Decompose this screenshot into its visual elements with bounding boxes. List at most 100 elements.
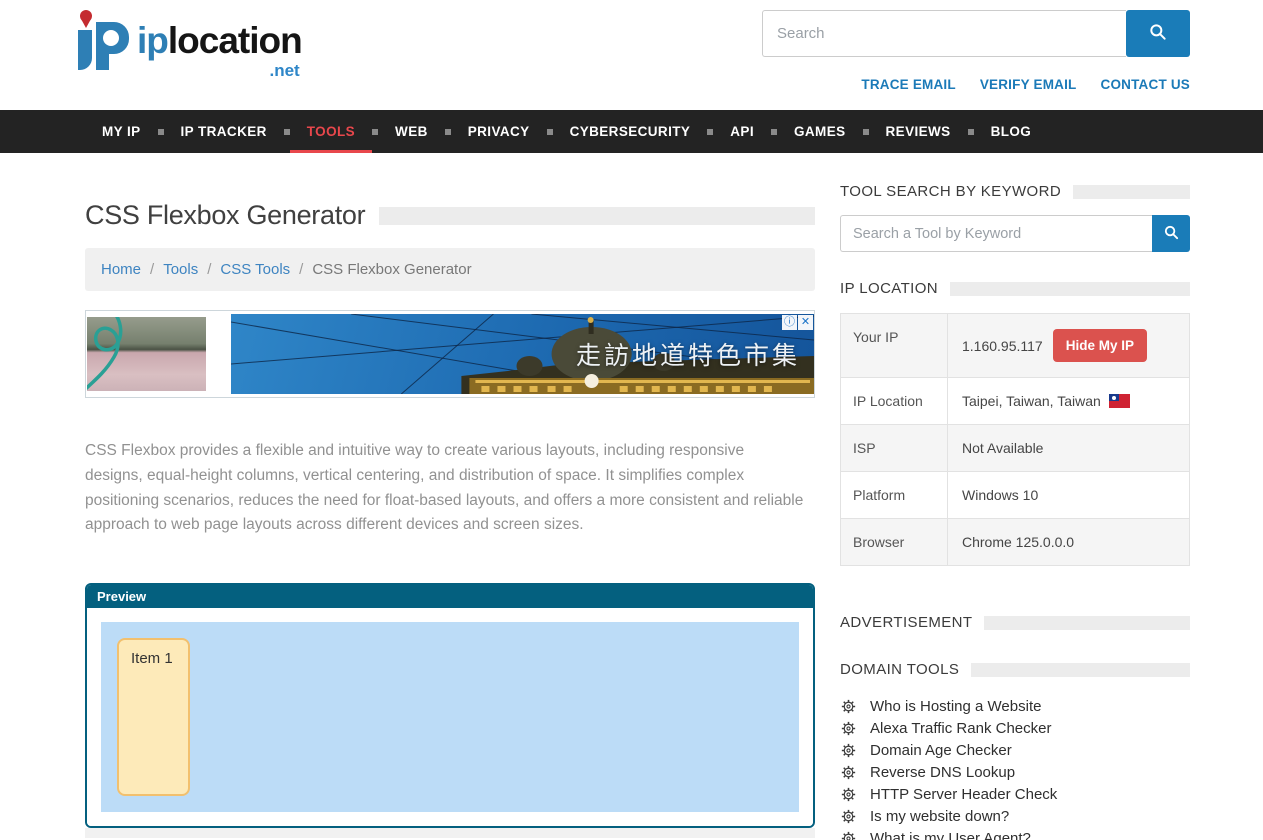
domain-tool-link[interactable]: Reverse DNS Lookup xyxy=(870,764,1015,781)
ip-row-label: Browser xyxy=(841,519,948,565)
nav-item-ip-tracker[interactable]: IP TRACKER xyxy=(164,110,284,153)
logo-text-ip: ip xyxy=(137,20,168,61)
ip-row-value: Taipei, Taiwan, Taiwan xyxy=(948,378,1189,424)
list-item[interactable]: Reverse DNS Lookup xyxy=(840,761,1190,783)
table-row: Browser Chrome 125.0.0.0 xyxy=(841,519,1189,565)
ad-choices: ⓘ ✕ xyxy=(782,315,813,330)
tool-search-input[interactable] xyxy=(840,215,1152,252)
breadcrumb-separator: / xyxy=(207,261,211,278)
ad-info-icon[interactable]: ⓘ xyxy=(782,315,797,330)
site-search-button[interactable] xyxy=(1126,10,1190,57)
domain-tool-link[interactable]: Is my website down? xyxy=(870,808,1009,825)
list-item[interactable]: Alexa Traffic Rank Checker xyxy=(840,717,1190,739)
ad-overlay-text: 走訪地道特色市集 xyxy=(576,336,800,372)
contact-us-link[interactable]: CONTACT US xyxy=(1101,77,1191,92)
domain-tool-link[interactable]: Alexa Traffic Rank Checker xyxy=(870,720,1051,737)
taiwan-flag-icon xyxy=(1109,394,1130,408)
breadcrumb-home-link[interactable]: Home xyxy=(101,261,141,278)
domain-tool-link[interactable]: Who is Hosting a Website xyxy=(870,698,1041,715)
isp-value: Not Available xyxy=(948,425,1189,471)
tool-description: CSS Flexbox provides a flexible and intu… xyxy=(85,439,805,538)
platform-value: Windows 10 xyxy=(948,472,1189,518)
domain-tools-heading: DOMAIN TOOLS xyxy=(840,661,1190,678)
header-right: TRACE EMAIL VERIFY EMAIL CONTACT US xyxy=(762,10,1190,92)
ad-close-icon[interactable]: ✕ xyxy=(798,315,813,330)
header-links: TRACE EMAIL VERIFY EMAIL CONTACT US xyxy=(762,77,1190,92)
search-icon xyxy=(1163,224,1180,244)
ip-info-table: Your IP 1.160.95.117 Hide My IP IP Locat… xyxy=(840,313,1190,566)
logo-mark-icon xyxy=(75,8,133,77)
next-section-strip xyxy=(85,828,815,838)
preview-panel: Preview Item 1 xyxy=(85,583,815,828)
list-item[interactable]: What is my User Agent? xyxy=(840,827,1190,840)
sidebar: TOOL SEARCH BY KEYWORD IP LOCATION xyxy=(840,153,1190,840)
ip-location-heading-text: IP LOCATION xyxy=(840,280,938,297)
ip-location-value: Taipei, Taiwan, Taiwan xyxy=(962,393,1101,409)
ip-row-label: IP Location xyxy=(841,378,948,424)
search-icon xyxy=(1148,22,1168,45)
list-item[interactable]: Who is Hosting a Website xyxy=(840,695,1190,717)
browser-value: Chrome 125.0.0.0 xyxy=(948,519,1189,565)
flexbox-preview-item: Item 1 xyxy=(117,638,190,796)
site-header: iplocation .net TRACE EMAIL xyxy=(0,0,1263,110)
breadcrumb-css-tools-link[interactable]: CSS Tools xyxy=(220,261,290,278)
nav-item-cybersecurity[interactable]: CYBERSECURITY xyxy=(553,110,708,153)
logo-text-tld: .net xyxy=(137,61,302,81)
table-row: Your IP 1.160.95.117 Hide My IP xyxy=(841,314,1189,378)
breadcrumb-tools-link[interactable]: Tools xyxy=(163,261,198,278)
flexbox-preview-container: Item 1 xyxy=(101,622,799,812)
ip-row-label: Platform xyxy=(841,472,948,518)
heading-decor-bar xyxy=(971,663,1190,677)
breadcrumb-current: CSS Flexbox Generator xyxy=(312,261,471,278)
list-item[interactable]: Is my website down? xyxy=(840,805,1190,827)
site-search-input[interactable] xyxy=(762,10,1126,57)
tool-search-button[interactable] xyxy=(1152,215,1190,252)
gear-icon xyxy=(840,698,857,715)
table-row: IP Location Taipei, Taiwan, Taiwan xyxy=(841,378,1189,425)
gear-icon xyxy=(840,742,857,759)
table-row: ISP Not Available xyxy=(841,425,1189,472)
nav-item-blog[interactable]: BLOG xyxy=(974,110,1049,153)
hide-my-ip-button[interactable]: Hide My IP xyxy=(1053,329,1147,362)
nav-item-games[interactable]: GAMES xyxy=(777,110,863,153)
heading-decor-bar xyxy=(984,616,1190,630)
breadcrumb-separator: / xyxy=(299,261,303,278)
ip-row-value: 1.160.95.117 Hide My IP xyxy=(948,314,1189,377)
nav-item-api[interactable]: API xyxy=(713,110,771,153)
domain-tool-link[interactable]: HTTP Server Header Check xyxy=(870,786,1057,803)
heading-decor-bar xyxy=(1073,185,1190,199)
ad-banner[interactable]: 走訪地道特色市集 ⓘ ✕ xyxy=(85,310,815,398)
nav-item-reviews[interactable]: REVIEWS xyxy=(869,110,968,153)
logo-text-location: location xyxy=(168,20,302,61)
domain-tool-link[interactable]: Domain Age Checker xyxy=(870,742,1012,759)
nav-item-privacy[interactable]: PRIVACY xyxy=(451,110,547,153)
site-search-form xyxy=(762,10,1190,57)
nav-item-tools[interactable]: TOOLS xyxy=(290,110,372,153)
tool-search-heading: TOOL SEARCH BY KEYWORD xyxy=(840,183,1190,200)
ad-image-landscape xyxy=(87,317,206,391)
verify-email-link[interactable]: VERIFY EMAIL xyxy=(980,77,1077,92)
gear-icon xyxy=(840,720,857,737)
gear-icon xyxy=(840,830,857,840)
domain-tool-link[interactable]: What is my User Agent? xyxy=(870,830,1031,840)
gear-icon xyxy=(840,786,857,803)
nav-item-my-ip[interactable]: MY IP xyxy=(85,110,158,153)
page-title: CSS Flexbox Generator xyxy=(85,200,365,231)
nav-item-web[interactable]: WEB xyxy=(378,110,445,153)
gear-icon xyxy=(840,764,857,781)
tool-search-heading-text: TOOL SEARCH BY KEYWORD xyxy=(840,183,1061,200)
ip-location-heading: IP LOCATION xyxy=(840,280,1190,297)
list-item[interactable]: Domain Age Checker xyxy=(840,739,1190,761)
main-column: CSS Flexbox Generator Home / Tools / CSS… xyxy=(85,153,815,840)
heading-decor-bar xyxy=(950,282,1190,296)
trace-email-link[interactable]: TRACE EMAIL xyxy=(861,77,955,92)
your-ip-value: 1.160.95.117 xyxy=(962,338,1043,354)
breadcrumb: Home / Tools / CSS Tools / CSS Flexbox G… xyxy=(85,248,815,291)
domain-tools-list: Who is Hosting a Website Alexa Traffic R… xyxy=(840,695,1190,840)
ip-row-label: Your IP xyxy=(841,314,948,377)
ip-row-label: ISP xyxy=(841,425,948,471)
tool-search-form xyxy=(840,215,1190,252)
list-item[interactable]: HTTP Server Header Check xyxy=(840,783,1190,805)
site-logo[interactable]: iplocation .net xyxy=(75,8,302,81)
main-nav: MY IP IP TRACKER TOOLS WEB PRIVACY CYBER… xyxy=(0,110,1263,153)
